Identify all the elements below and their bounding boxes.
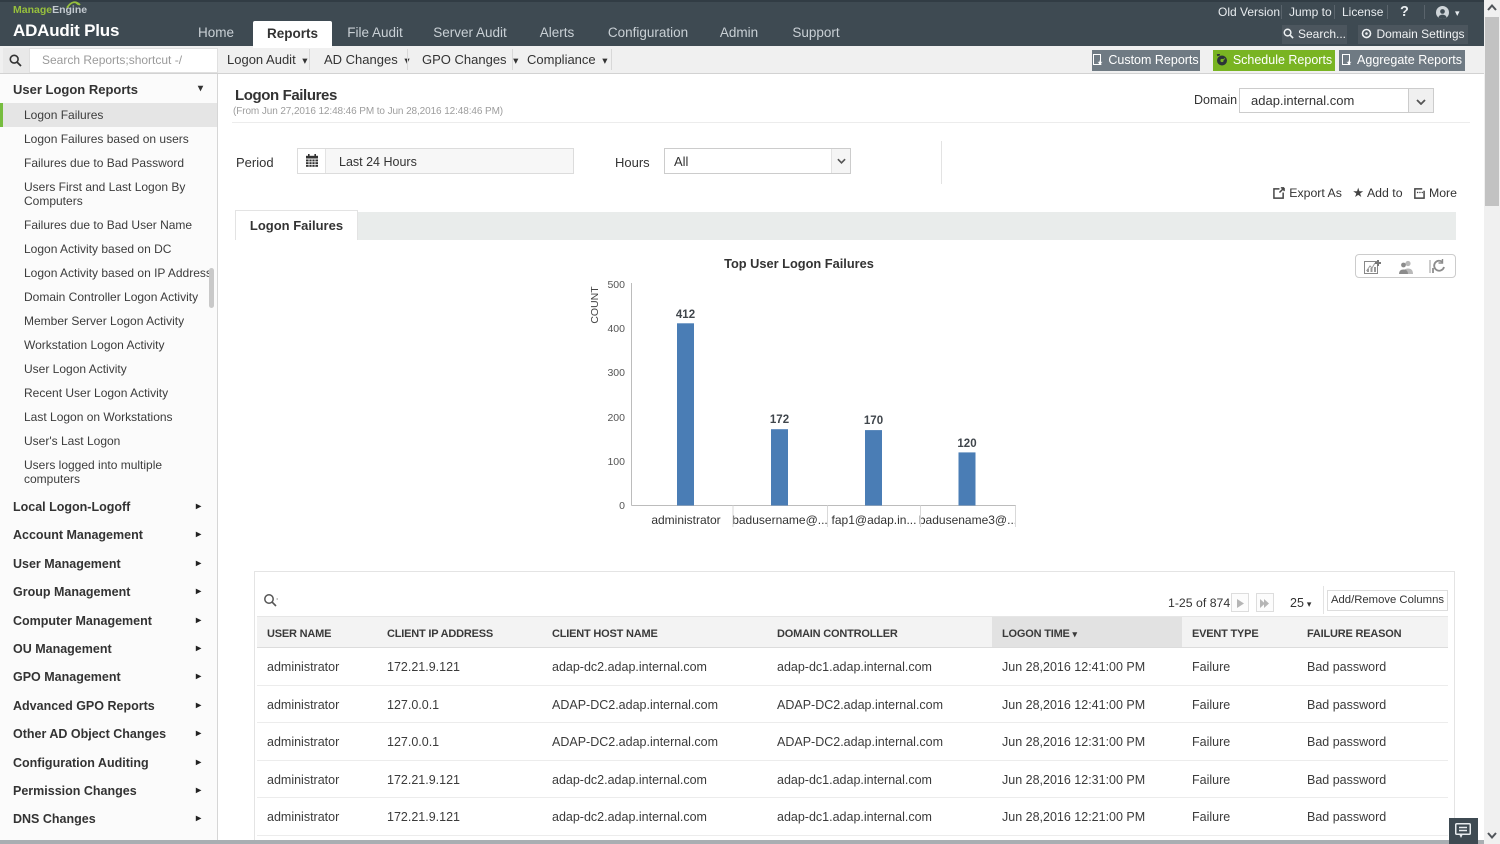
svg-text:172: 172 [770,414,789,426]
svg-text:COUNT: COUNT [589,286,601,324]
svg-text:500: 500 [607,279,625,291]
svg-text:Top User Logon Failures: Top User Logon Failures [724,256,874,271]
svg-text:fap1@adap.in...: fap1@adap.in... [832,513,917,527]
svg-text:100: 100 [607,456,625,468]
svg-text:120: 120 [957,438,976,450]
svg-text:300: 300 [607,367,625,379]
svg-text:412: 412 [676,309,695,321]
svg-text:400: 400 [607,323,625,335]
svg-text:administrator: administrator [651,513,720,527]
svg-text:200: 200 [607,412,625,424]
svg-text:170: 170 [864,415,883,427]
svg-text:0: 0 [619,500,625,512]
svg-text:badusename3@...: badusename3@... [919,513,1017,527]
svg-text:badusername@...: badusername@... [732,513,828,527]
